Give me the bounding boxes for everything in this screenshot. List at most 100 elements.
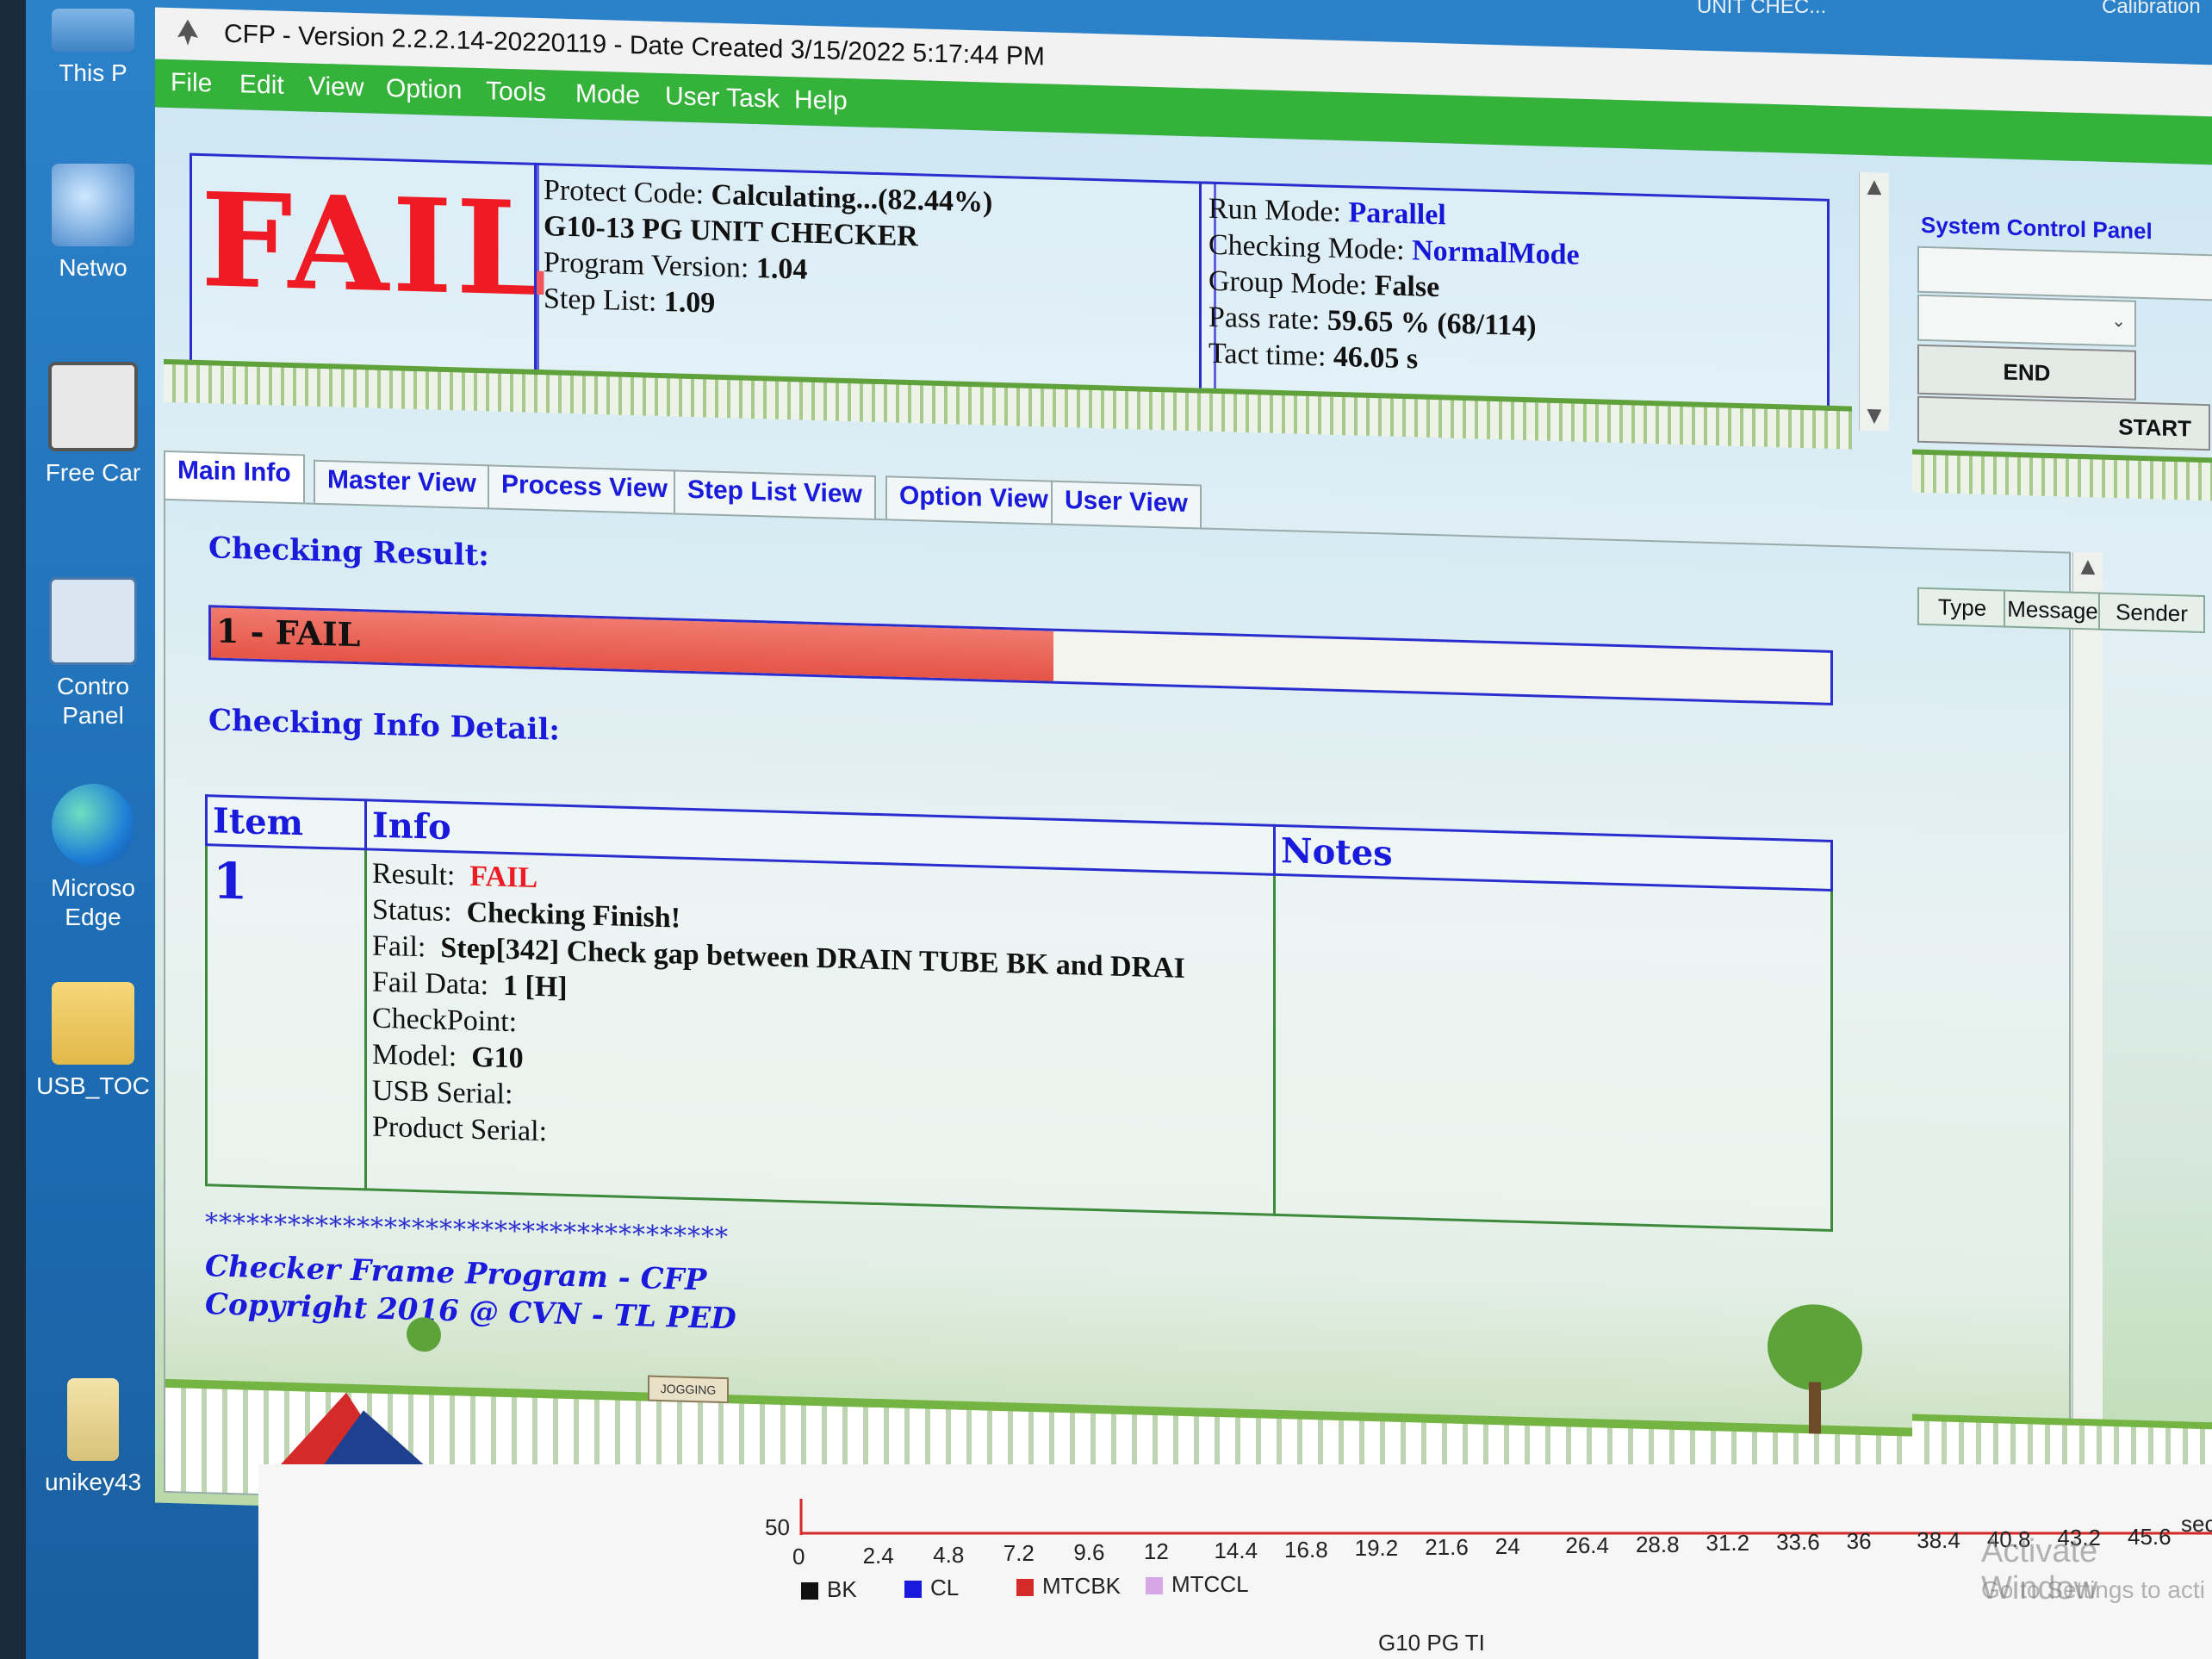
menu-mode[interactable]: Mode bbox=[575, 79, 640, 110]
chart-y-tick: 50 bbox=[765, 1514, 790, 1540]
info-cell: Result: FAIL Status: Checking Finish! Fa… bbox=[365, 848, 1275, 1215]
chart-x-tick: 31.2 bbox=[1706, 1530, 1750, 1556]
chart-x-tick: 38.4 bbox=[1917, 1526, 1960, 1553]
legend-label: MTCBK bbox=[1042, 1573, 1121, 1599]
desktop-icon-label: This P bbox=[59, 59, 127, 86]
chart-x-tick: 24 bbox=[1494, 1533, 1520, 1559]
table-row[interactable]: 1 Result: FAIL Status: Checking Finish! … bbox=[206, 844, 1832, 1231]
log-column-type[interactable]: Type bbox=[1917, 587, 2007, 628]
desktop-window-label: UNIT CHEC... bbox=[1697, 0, 1827, 18]
scroll-up-icon[interactable]: ▲ bbox=[1860, 172, 1889, 202]
usb-serial-label: USB Serial: bbox=[372, 1074, 513, 1111]
menu-tools[interactable]: Tools bbox=[486, 77, 546, 108]
bottom-window-label: G10 PG TI bbox=[1378, 1630, 1485, 1656]
legend-swatch bbox=[801, 1582, 818, 1600]
desktop-icon-usb-toc[interactable]: USB_TOC bbox=[33, 982, 153, 1101]
tact-time-value: 46.05 s bbox=[1333, 340, 1419, 376]
chart-x-tick: 0 bbox=[792, 1544, 805, 1569]
chart-x-tick: 33.6 bbox=[1776, 1529, 1820, 1556]
group-mode-label: Group Mode: bbox=[1209, 264, 1368, 301]
tab-step-list-view[interactable]: Step List View bbox=[674, 469, 876, 519]
desktop-icon-this-pc[interactable]: This P bbox=[33, 9, 153, 88]
desktop-icon-free-car[interactable]: Free Car bbox=[33, 362, 153, 488]
legend-item-cl: CL bbox=[904, 1575, 959, 1601]
chart-x-tick: 12 bbox=[1143, 1538, 1169, 1564]
content-scrollbar[interactable]: ▲ ▼ bbox=[2072, 551, 2103, 1545]
separator-stars: ************************************** bbox=[205, 1208, 729, 1253]
tab-master-view[interactable]: Master View bbox=[314, 459, 490, 508]
group-mode-value: False bbox=[1374, 270, 1440, 304]
zip-file-icon bbox=[67, 1378, 119, 1461]
tree-trunk-decoration bbox=[1809, 1382, 1821, 1434]
legend-item-bk: BK bbox=[801, 1576, 857, 1603]
tab-user-view[interactable]: User View bbox=[1051, 480, 1202, 528]
chart-x-tick: 4.8 bbox=[933, 1541, 965, 1568]
activate-windows-hint: Go to Settings to acti bbox=[1981, 1576, 2205, 1603]
menu-help[interactable]: Help bbox=[794, 85, 848, 116]
checking-detail-title: Checking Info Detail: bbox=[208, 703, 560, 748]
desktop-window-label: Calibration bbox=[2102, 0, 2201, 18]
system-control-panel-title: System Control Panel bbox=[1921, 211, 2153, 245]
legend-swatch bbox=[1146, 1577, 1163, 1595]
log-column-message[interactable]: Message bbox=[2004, 589, 2102, 631]
menu-view[interactable]: View bbox=[308, 72, 363, 103]
fail-data-label: Fail Data: bbox=[372, 966, 489, 1002]
pass-rate-label: Pass rate: bbox=[1209, 301, 1320, 337]
menu-option[interactable]: Option bbox=[386, 74, 462, 105]
chart-x-tick: 9.6 bbox=[1073, 1539, 1105, 1566]
menu-file[interactable]: File bbox=[171, 68, 212, 98]
cfp-main-window: CFP - Version 2.2.2.14-20220119 - Date C… bbox=[138, 0, 2212, 1566]
scroll-up-icon[interactable]: ▲ bbox=[2073, 552, 2103, 582]
legend-item-mtccl: MTCCL bbox=[1146, 1571, 1249, 1598]
app-logo-icon bbox=[177, 19, 198, 46]
folder-icon bbox=[52, 982, 134, 1065]
run-mode-label: Run Mode: bbox=[1209, 192, 1341, 229]
scroll-down-icon[interactable]: ▼ bbox=[1860, 401, 1889, 432]
menu-edit[interactable]: Edit bbox=[239, 70, 284, 100]
column-header-item: Item bbox=[206, 795, 366, 849]
menu-user-task[interactable]: User Task bbox=[665, 82, 780, 115]
chart-x-tick: 21.6 bbox=[1425, 1534, 1469, 1561]
legend-item-mtcbk: MTCBK bbox=[1016, 1573, 1121, 1600]
main-info-content: Checking Result: 1 - FAIL Checking Info … bbox=[164, 498, 2071, 1546]
end-button[interactable]: END bbox=[1917, 344, 2136, 401]
desktop-icon-network[interactable]: Netwo bbox=[33, 164, 153, 283]
legend-label: BK bbox=[827, 1576, 857, 1602]
program-version-value: 1.04 bbox=[755, 252, 808, 286]
start-button[interactable]: START bbox=[1917, 395, 2210, 451]
step-list-value: 1.09 bbox=[663, 286, 716, 320]
status-panel: FAIL bbox=[190, 152, 550, 393]
chart-x-tick: 7.2 bbox=[1003, 1540, 1035, 1567]
checking-mode-value: NormalMode bbox=[1412, 234, 1580, 271]
tab-main-info[interactable]: Main Info bbox=[164, 450, 305, 503]
desktop-icon-unikey[interactable]: unikey43 bbox=[33, 1378, 153, 1497]
status-label: Status: bbox=[372, 893, 452, 929]
control-input-field[interactable] bbox=[1917, 245, 2212, 301]
desktop-icon-control-panel[interactable]: Contro Panel bbox=[33, 577, 153, 730]
client-area: FAIL Protect Code: Calculating...(82.44%… bbox=[155, 107, 2212, 1561]
chevron-down-icon: ⌄ bbox=[2111, 309, 2126, 332]
result-value: FAIL bbox=[469, 860, 538, 894]
result-progress-bar: 1 - FAIL bbox=[208, 605, 1833, 705]
program-version-label: Program Version: bbox=[544, 246, 749, 284]
background-chart-panel: 50 0 2.4 4.8 7.2 9.6 12 14.4 16.8 19.2 21.6 24 26.4… bbox=[258, 1464, 2212, 1659]
chart-x-tick: 26.4 bbox=[1565, 1532, 1609, 1558]
company-logo-icon bbox=[277, 1392, 432, 1473]
control-dropdown[interactable]: ⌄ bbox=[1917, 294, 2136, 347]
checking-detail-table: Item Info Notes 1 Result: FAIL Status: C… bbox=[205, 794, 1833, 1232]
chart-x-tick: 28.8 bbox=[1635, 1531, 1680, 1557]
header-scrollbar[interactable]: ▲ ▼ bbox=[1859, 171, 1889, 432]
monitor-bezel bbox=[0, 0, 26, 1659]
desktop-icon-label: Netwo bbox=[59, 254, 127, 281]
run-mode-value: Parallel bbox=[1348, 196, 1446, 232]
item-cell: 1 bbox=[206, 844, 366, 1190]
tab-option-view[interactable]: Option View bbox=[885, 475, 1062, 524]
desktop-icon-label: Contro Panel bbox=[56, 673, 130, 729]
log-column-sender[interactable]: Sender bbox=[2098, 592, 2205, 634]
desktop-icon-label: Microso Edge bbox=[50, 874, 135, 930]
checkpoint-label: CheckPoint: bbox=[372, 1002, 518, 1039]
protect-code-value: Calculating...(82.44%) bbox=[711, 178, 993, 219]
tab-process-view[interactable]: Process View bbox=[488, 464, 681, 513]
chart-x-tick: 16.8 bbox=[1284, 1536, 1328, 1563]
desktop-icon-edge[interactable]: Microso Edge bbox=[33, 784, 153, 932]
